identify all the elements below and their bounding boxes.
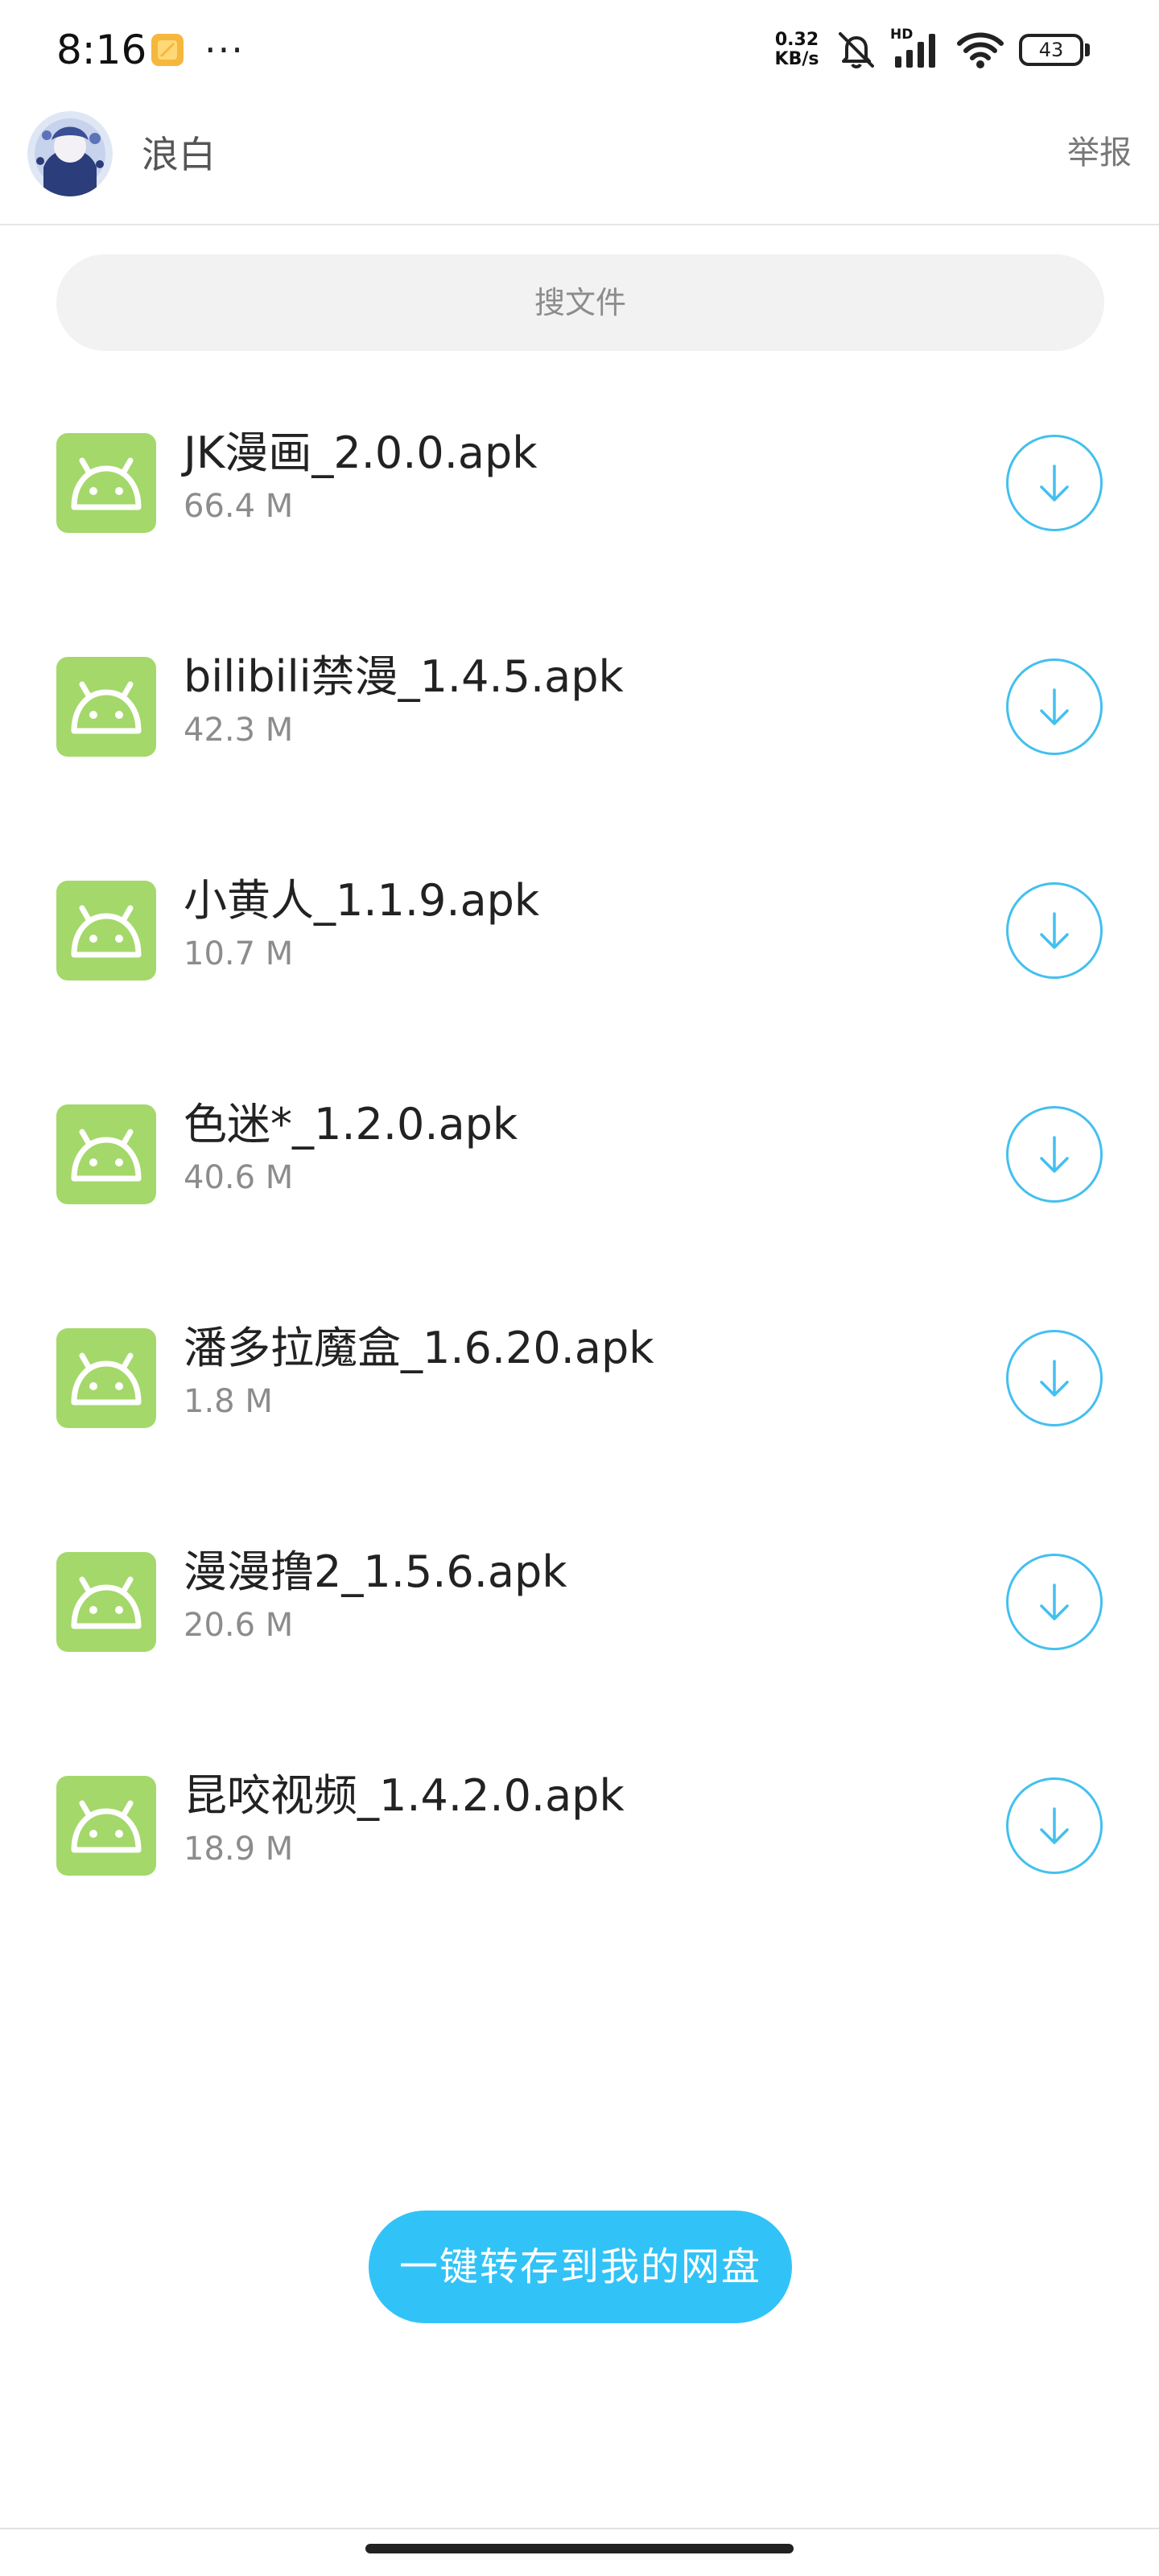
file-row[interactable]: 昆咬视频_1.4.2.0.apk 18.9 M <box>0 1710 1159 1934</box>
file-row[interactable]: 潘多拉魔盒_1.6.20.apk 1.8 M <box>0 1262 1159 1486</box>
network-speed-value: 0.32 <box>774 30 819 50</box>
android-apk-icon <box>56 1328 156 1428</box>
bottom-divider <box>0 2528 1159 2529</box>
file-row[interactable]: 色迷*_1.2.0.apk 40.6 M <box>0 1038 1159 1262</box>
more-icon: ··· <box>204 28 245 72</box>
download-button[interactable] <box>1006 1106 1103 1203</box>
signal-icon <box>895 34 935 68</box>
file-size: 18.9 M <box>184 1831 294 1868</box>
android-apk-icon <box>56 881 156 980</box>
file-name: 小黄人_1.1.9.apk <box>184 875 540 926</box>
download-button[interactable] <box>1006 1330 1103 1426</box>
notification-icon <box>151 34 184 66</box>
download-button[interactable] <box>1006 658 1103 755</box>
file-name: 昆咬视频_1.4.2.0.apk <box>184 1770 625 1821</box>
android-apk-icon <box>56 1776 156 1876</box>
header-bar: 浪白 举报 <box>0 97 1159 225</box>
file-row[interactable]: 小黄人_1.1.9.apk 10.7 M <box>0 815 1159 1038</box>
file-name: 漫漫撸2_1.5.6.apk <box>184 1546 567 1597</box>
file-name: JK漫画_2.0.0.apk <box>184 427 538 478</box>
file-size: 20.6 M <box>184 1607 294 1644</box>
network-speed-unit: KB/s <box>774 49 819 69</box>
avatar-image <box>27 111 113 196</box>
download-button[interactable] <box>1006 1777 1103 1874</box>
file-row[interactable]: JK漫画_2.0.0.apk 66.4 M <box>0 367 1159 591</box>
download-arrow-icon <box>1040 1360 1069 1397</box>
android-apk-icon <box>56 1104 156 1204</box>
download-arrow-icon <box>1040 1583 1069 1620</box>
report-link[interactable]: 举报 <box>1067 127 1132 179</box>
android-apk-icon <box>56 1552 156 1652</box>
wifi-icon <box>957 32 1004 68</box>
home-indicator[interactable] <box>365 2544 794 2553</box>
download-button[interactable] <box>1006 882 1103 979</box>
file-row[interactable]: 漫漫撸2_1.5.6.apk 20.6 M <box>0 1486 1159 1710</box>
download-arrow-icon <box>1040 464 1069 502</box>
android-apk-icon <box>56 433 156 533</box>
file-name: bilibili禁漫_1.4.5.apk <box>184 651 624 702</box>
status-bar: 8:16 ··· 0.32 KB/s HD 43 <box>0 0 1159 97</box>
file-size: 40.6 M <box>184 1159 294 1196</box>
file-size: 42.3 M <box>184 712 294 749</box>
save-to-cloud-button[interactable]: 一键转存到我的网盘 <box>369 2211 792 2323</box>
status-time: 8:16 <box>56 27 147 73</box>
download-arrow-icon <box>1040 1807 1069 1844</box>
download-arrow-icon <box>1040 688 1069 725</box>
file-size: 10.7 M <box>184 935 294 972</box>
username[interactable]: 浪白 <box>142 129 216 180</box>
file-list: JK漫画_2.0.0.apk 66.4 M bilibili禁漫_1.4.5.a… <box>0 367 1159 1934</box>
file-size: 1.8 M <box>184 1383 273 1420</box>
search-input[interactable]: 搜文件 <box>56 254 1104 351</box>
network-speed: 0.32 KB/s <box>766 31 827 69</box>
mute-icon <box>839 32 874 68</box>
android-apk-icon <box>56 657 156 757</box>
file-row[interactable]: bilibili禁漫_1.4.5.apk 42.3 M <box>0 591 1159 815</box>
file-name: 潘多拉魔盒_1.6.20.apk <box>184 1323 654 1373</box>
download-arrow-icon <box>1040 912 1069 949</box>
download-arrow-icon <box>1040 1136 1069 1173</box>
file-size: 66.4 M <box>184 488 294 525</box>
battery-cap <box>1085 43 1090 56</box>
file-name: 色迷*_1.2.0.apk <box>184 1099 518 1150</box>
battery-icon: 43 <box>1019 34 1083 66</box>
download-button[interactable] <box>1006 1554 1103 1650</box>
download-button[interactable] <box>1006 435 1103 531</box>
avatar[interactable] <box>27 111 113 196</box>
